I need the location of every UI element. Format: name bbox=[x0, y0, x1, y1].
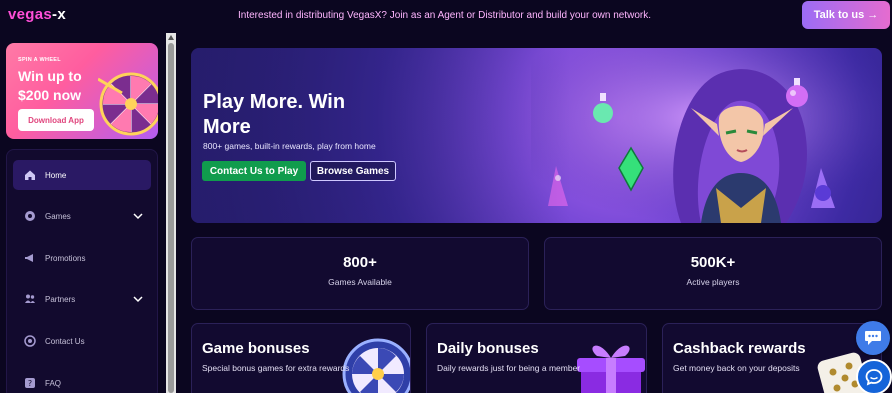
contact-us-to-play-button[interactable]: Contact Us to Play bbox=[202, 161, 306, 181]
promo-title: Win up to $200 now bbox=[18, 68, 82, 103]
sidebar-item-label: Home bbox=[45, 170, 67, 180]
hero-title: Play More. Win More bbox=[203, 91, 346, 138]
chevron-down-icon[interactable] bbox=[133, 211, 143, 221]
feature-card-game-bonuses[interactable]: Game bonuses Special bonus games for ext… bbox=[191, 323, 411, 393]
logo[interactable]: vegas-x bbox=[8, 6, 66, 23]
sidebar-item-partners[interactable]: Partners bbox=[13, 284, 151, 314]
sidebar-item-label: Games bbox=[45, 211, 71, 221]
sidebar-item-promotions[interactable]: Promotions bbox=[13, 243, 151, 273]
sidebar-item-label: Promotions bbox=[45, 253, 86, 263]
scrollbar-thumb[interactable] bbox=[168, 43, 174, 393]
sidebar-item-faq[interactable]: ? FAQ bbox=[13, 368, 151, 393]
page-scrollbar[interactable] bbox=[166, 33, 176, 393]
games-icon bbox=[23, 209, 37, 223]
talk-to-us-button[interactable]: Talk to us → bbox=[802, 1, 890, 29]
feature-description: Daily rewards just for being a member bbox=[437, 363, 581, 373]
announcement-text: Interested in distributing VegasX? Join … bbox=[238, 10, 652, 21]
feature-description: Get money back on your deposits bbox=[673, 363, 800, 373]
chat-bubble-button[interactable] bbox=[856, 321, 890, 355]
hero-subtitle: 800+ games, built-in rewards, play from … bbox=[203, 141, 376, 151]
promo-card[interactable]: SPIN A WHEEL Win up to $200 now Download… bbox=[6, 43, 158, 139]
megaphone-icon bbox=[23, 251, 37, 265]
message-icon bbox=[865, 369, 883, 386]
svg-text:?: ? bbox=[28, 379, 32, 388]
contact-icon bbox=[23, 334, 37, 348]
stat-label: Active players bbox=[686, 277, 740, 287]
sidebar-item-home[interactable]: Home bbox=[13, 160, 151, 190]
chat-icon bbox=[865, 331, 881, 345]
prize-wheel-icon bbox=[98, 72, 158, 136]
sidebar-item-games[interactable]: Games bbox=[13, 201, 151, 231]
logo-text-primary: vegas bbox=[8, 6, 53, 23]
wheel-of-fortune-icon bbox=[342, 338, 410, 393]
support-chat-button[interactable] bbox=[856, 359, 892, 393]
sidebar-item-label: Partners bbox=[45, 294, 76, 304]
download-app-button[interactable]: Download App bbox=[18, 109, 94, 131]
promo-small-label: SPIN A WHEEL bbox=[18, 57, 61, 63]
feature-card-daily-bonuses[interactable]: Daily bonuses Daily rewards just for bei… bbox=[426, 323, 647, 393]
stat-label: Games Available bbox=[328, 277, 392, 287]
feature-description: Special bonus games for extra rewards bbox=[202, 363, 350, 373]
stat-value: 800+ bbox=[343, 254, 377, 271]
stat-card-players: 500K+ Active players bbox=[544, 237, 882, 310]
partners-icon bbox=[23, 292, 37, 306]
top-bar: vegas-x Interested in distributing Vegas… bbox=[0, 0, 892, 30]
feature-card-cashback-rewards[interactable]: Cashback rewards Get money back on your … bbox=[662, 323, 882, 393]
scroll-up-arrow-icon[interactable] bbox=[168, 35, 174, 40]
sidebar-nav: Home Games Promotions Partners Contact U… bbox=[6, 149, 158, 393]
feature-title: Game bonuses bbox=[202, 340, 310, 357]
logo-text-suffix: -x bbox=[52, 6, 66, 23]
stat-value: 500K+ bbox=[690, 254, 736, 271]
home-icon bbox=[23, 168, 37, 182]
feature-title: Cashback rewards bbox=[673, 340, 806, 357]
feature-title: Daily bonuses bbox=[437, 340, 539, 357]
faq-icon: ? bbox=[23, 376, 37, 390]
sidebar-item-label: Contact Us bbox=[45, 336, 85, 346]
browse-games-button[interactable]: Browse Games bbox=[310, 161, 396, 181]
hero-banner: Play More. Win More 800+ games, built-in… bbox=[191, 48, 882, 223]
stat-card-games: 800+ Games Available bbox=[191, 237, 529, 310]
sidebar-item-label: FAQ bbox=[45, 378, 62, 388]
sidebar-item-contact-us[interactable]: Contact Us bbox=[13, 326, 151, 356]
gift-box-icon bbox=[577, 345, 645, 393]
chevron-down-icon[interactable] bbox=[133, 294, 143, 304]
